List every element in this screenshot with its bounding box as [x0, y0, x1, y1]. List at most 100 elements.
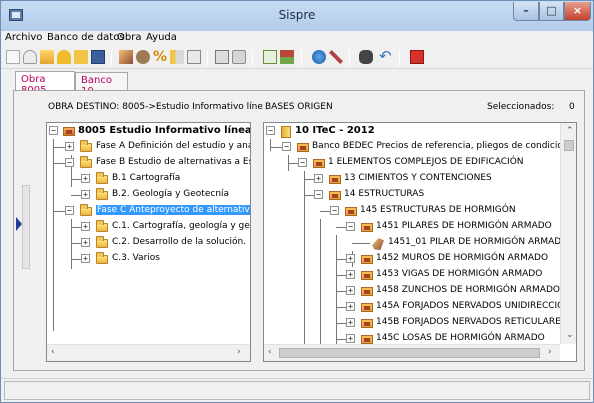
side-splitter[interactable] — [22, 185, 30, 269]
tree-item[interactable]: + 1452 MUROS DE HORMIGÓN ARMADO — [264, 251, 560, 267]
scroll-up-icon[interactable]: ⌃ — [566, 126, 574, 136]
expand-icon[interactable]: + — [346, 302, 355, 311]
tree-item[interactable]: + 145A FORJADOS NERVADOS UNIDIRECCION — [264, 299, 571, 315]
collapse-icon[interactable]: − — [266, 126, 275, 135]
close-button[interactable]: × — [564, 2, 591, 21]
expand-icon[interactable]: + — [346, 286, 355, 295]
expand-icon[interactable]: + — [346, 254, 355, 263]
tree-item[interactable]: − 14 ESTRUCTURAS — [264, 187, 560, 203]
percent-icon[interactable]: % — [153, 50, 167, 64]
helmet-icon[interactable] — [57, 50, 71, 64]
edit-icon[interactable] — [91, 50, 105, 64]
collapse-icon[interactable]: − — [346, 222, 355, 231]
collapse-icon[interactable]: − — [49, 126, 58, 135]
menu-bar: Archivo Banco de datos Obra Ayuda — [1, 31, 593, 47]
tree-item[interactable]: − Banco BEDEC Precios de referencia, pli… — [264, 139, 574, 155]
tree-item[interactable]: − 1451 PILARES DE HORMIGÓN ARMADO — [264, 219, 560, 235]
tree-item[interactable]: − Fase B Estudio de alternativas a Esca — [47, 155, 250, 171]
collapse-icon[interactable]: − — [314, 190, 323, 199]
expand-icon[interactable]: + — [81, 222, 90, 231]
expand-icon[interactable]: + — [65, 142, 74, 151]
right-horizontal-scrollbar[interactable]: ‹ › — [264, 344, 560, 361]
splitter-arrow-icon — [16, 217, 22, 231]
tree-item[interactable]: + 1458 ZUNCHOS DE HORMIGÓN ARMADO — [264, 283, 560, 299]
tree-item[interactable]: + Fase A Definición del estudio y anal — [47, 139, 250, 155]
scroll-thumb[interactable] — [564, 140, 574, 151]
tree-root-node[interactable]: − 10 ITeC - 2012 — [264, 123, 560, 139]
status-bar — [1, 378, 593, 402]
expand-icon[interactable]: + — [81, 238, 90, 247]
folder-icon[interactable] — [40, 50, 54, 64]
chapter-icon — [361, 287, 373, 296]
minimize-button[interactable]: – — [513, 2, 539, 21]
left-horizontal-scrollbar[interactable]: ‹ › — [47, 344, 250, 361]
collapse-icon[interactable]: − — [330, 206, 339, 215]
tools-icon[interactable] — [136, 50, 150, 64]
maximize-button[interactable]: □ — [539, 2, 564, 21]
scroll-right-icon[interactable]: › — [548, 347, 552, 357]
tree-item[interactable]: + 145B FORJADOS NERVADOS RETICULARES — [264, 315, 566, 331]
menu-banco-de-datos[interactable]: Banco de datos — [47, 32, 125, 43]
collapse-icon[interactable]: − — [282, 142, 291, 151]
tools2-icon[interactable] — [329, 50, 343, 64]
menu-archivo[interactable]: Archivo — [5, 32, 42, 43]
scroll-left-icon[interactable]: ‹ — [268, 347, 272, 357]
collapse-icon[interactable]: − — [65, 206, 74, 215]
menu-obra[interactable]: Obra — [117, 32, 141, 43]
scroll-down-icon[interactable]: ⌄ — [566, 330, 574, 340]
expand-icon[interactable]: + — [314, 174, 323, 183]
chart-icon[interactable] — [170, 50, 184, 64]
expand-icon[interactable]: + — [81, 254, 90, 263]
tree-item[interactable]: + 13 CIMIENTOS Y CONTENCIONES — [264, 171, 560, 187]
right-vertical-scrollbar[interactable]: ⌃ ⌄ — [560, 123, 576, 344]
collapse-icon[interactable]: − — [65, 158, 74, 167]
right-panel-header: BASES ORIGEN — [265, 102, 333, 112]
table-icon[interactable] — [263, 50, 277, 64]
tree-item[interactable]: + B.2. Geología y Geotecnía — [47, 187, 250, 203]
calculator-icon[interactable] — [215, 50, 229, 64]
tab-banco-10[interactable]: Banco 10 — [75, 72, 128, 97]
tree-item[interactable]: 1451_01 PILAR DE HORMIGÓN ARMADO — [264, 235, 568, 251]
tree-item[interactable]: + C.3. Varios — [47, 251, 250, 267]
right-tree[interactable]: − 10 ITeC - 2012 − Banco BEDEC Precios d… — [263, 122, 577, 362]
new-icon[interactable] — [6, 50, 20, 64]
tree-root-label: 8005 Estudio Informativo línea e — [78, 125, 251, 136]
tree-item[interactable]: + 1453 VIGAS DE HORMIGÓN ARMADO — [264, 267, 560, 283]
chapter-icon — [329, 191, 341, 200]
exit-icon[interactable] — [410, 50, 424, 64]
tree-root-node[interactable]: − 8005 Estudio Informativo línea e — [47, 123, 251, 139]
tab-obra-8005[interactable]: Obra 8005 — [15, 71, 75, 96]
tree-item[interactable]: + C.1. Cartografía, geología y geot — [47, 219, 250, 235]
tree-item[interactable]: − 145 ESTRUCTURAS DE HORMIGÓN — [264, 203, 560, 219]
title-bar[interactable]: Sispre – □ × — [1, 1, 593, 31]
expand-icon[interactable]: + — [346, 334, 355, 343]
tree-item-selected[interactable]: − Fase C Anteproyecto de alternativa — [47, 203, 250, 219]
scroll-thumb[interactable] — [279, 348, 540, 358]
expand-icon[interactable]: + — [346, 318, 355, 327]
expand-icon[interactable]: + — [346, 270, 355, 279]
save-icon[interactable] — [74, 50, 88, 64]
chapter-icon — [361, 303, 373, 312]
collapse-icon[interactable]: − — [298, 158, 307, 167]
folder-icon — [96, 188, 108, 200]
print-icon[interactable] — [232, 50, 246, 64]
tree-item[interactable]: − 1 ELEMENTOS COMPLEJOS DE EDIFICACIÓN — [264, 155, 560, 171]
build-icon[interactable] — [119, 50, 133, 64]
expand-icon[interactable]: + — [81, 190, 90, 199]
tree-item[interactable]: + C.2. Desarrollo de la solución. — [47, 235, 250, 251]
globe-icon[interactable] — [312, 50, 326, 64]
undo-icon[interactable]: ↶ — [379, 49, 393, 64]
folder-icon — [96, 252, 108, 264]
form-icon[interactable] — [187, 50, 201, 64]
left-tree[interactable]: − 8005 Estudio Informativo línea e + Fas… — [46, 122, 251, 362]
binoculars-icon[interactable] — [359, 50, 373, 64]
tree-item[interactable]: + B.1 Cartografía — [47, 171, 250, 187]
grid-icon[interactable] — [280, 50, 294, 64]
scroll-left-icon[interactable]: ‹ — [51, 347, 55, 357]
open-icon[interactable] — [23, 50, 37, 64]
chapter-icon — [361, 335, 373, 344]
scroll-right-icon[interactable]: › — [237, 347, 241, 357]
expand-icon[interactable]: + — [81, 174, 90, 183]
menu-ayuda[interactable]: Ayuda — [146, 32, 177, 43]
folder-icon — [96, 220, 108, 232]
